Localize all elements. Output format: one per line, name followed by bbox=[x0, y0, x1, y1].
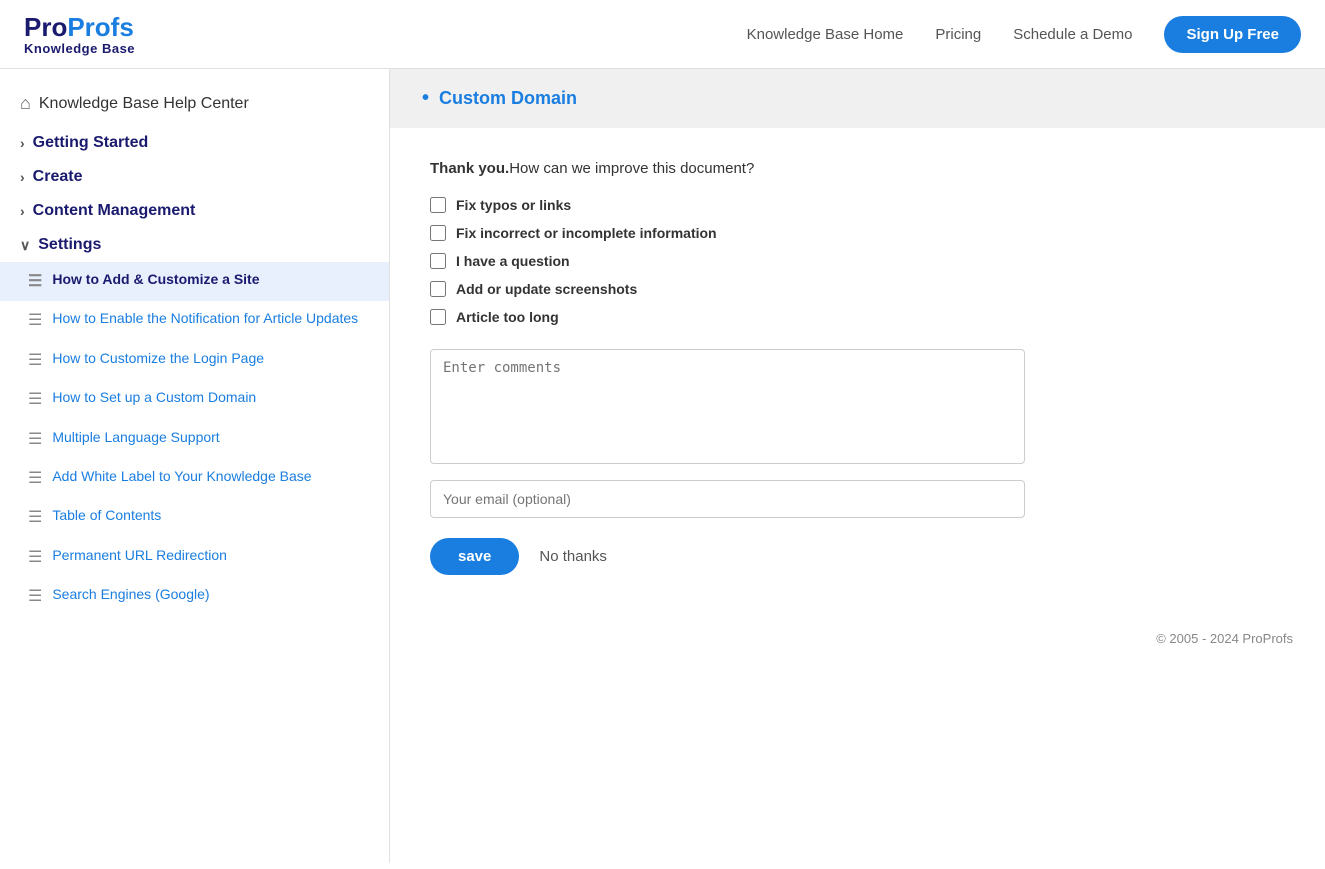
header-nav: Knowledge Base Home Pricing Schedule a D… bbox=[747, 16, 1301, 53]
logo-profs-text: Profs bbox=[67, 12, 133, 42]
sidebar-category-label: Getting Started bbox=[33, 134, 149, 152]
sidebar-category-label: Content Management bbox=[33, 202, 196, 220]
doc-icon: ☰ bbox=[28, 350, 42, 372]
feedback-intro-text: How can we improve this document? bbox=[509, 160, 754, 177]
add-screenshots-checkbox[interactable] bbox=[430, 281, 446, 297]
signup-button[interactable]: Sign Up Free bbox=[1164, 16, 1301, 53]
doc-icon: ☰ bbox=[28, 547, 42, 569]
save-button[interactable]: save bbox=[430, 538, 519, 575]
chevron-right-icon: › bbox=[20, 203, 25, 219]
checkbox-row-too-long: Article too long bbox=[430, 309, 1285, 325]
custom-domain-bar: • Custom Domain bbox=[390, 69, 1325, 128]
sidebar-item-notification-article[interactable]: ☰ How to Enable the Notification for Art… bbox=[0, 301, 389, 340]
sidebar-category-label: Settings bbox=[38, 236, 101, 254]
sidebar-item-label: How to Add & Customize a Site bbox=[52, 270, 259, 290]
add-screenshots-label: Add or update screenshots bbox=[456, 281, 637, 297]
page-layout: ⌂ Knowledge Base Help Center › Getting S… bbox=[0, 69, 1325, 863]
sidebar-item-label: Multiple Language Support bbox=[52, 428, 219, 448]
sidebar-item-toc[interactable]: ☰ Table of Contents bbox=[0, 498, 389, 537]
nav-pricing-link[interactable]: Pricing bbox=[935, 26, 981, 43]
sidebar-item-label: Table of Contents bbox=[52, 506, 161, 526]
sidebar-item-label: Add White Label to Your Knowledge Base bbox=[52, 467, 311, 487]
chevron-right-icon: › bbox=[20, 135, 25, 151]
checkbox-row-fix-typos: Fix typos or links bbox=[430, 197, 1285, 213]
doc-icon: ☰ bbox=[28, 429, 42, 451]
sidebar-category-settings[interactable]: ∨ Settings bbox=[0, 228, 389, 262]
nav-home-link[interactable]: Knowledge Base Home bbox=[747, 26, 904, 43]
sidebar-category-content-management[interactable]: › Content Management bbox=[0, 194, 389, 228]
logo-subtitle: Knowledge Base bbox=[24, 41, 135, 56]
sidebar: ⌂ Knowledge Base Help Center › Getting S… bbox=[0, 69, 390, 863]
main-content: • Custom Domain Thank you.How can we imp… bbox=[390, 69, 1325, 863]
sidebar-item-customize-login[interactable]: ☰ How to Customize the Login Page bbox=[0, 341, 389, 380]
sidebar-item-url-redirect[interactable]: ☰ Permanent URL Redirection bbox=[0, 538, 389, 577]
doc-icon: ☰ bbox=[28, 507, 42, 529]
sidebar-item-add-customize-site[interactable]: ☰ How to Add & Customize a Site bbox=[0, 262, 389, 301]
have-question-checkbox[interactable] bbox=[430, 253, 446, 269]
fix-incorrect-label: Fix incorrect or incomplete information bbox=[456, 225, 717, 241]
fix-incorrect-checkbox[interactable] bbox=[430, 225, 446, 241]
doc-icon: ☰ bbox=[28, 586, 42, 608]
custom-domain-title: Custom Domain bbox=[439, 88, 577, 109]
sidebar-category-create[interactable]: › Create bbox=[0, 160, 389, 194]
footer: © 2005 - 2024 ProProfs bbox=[390, 615, 1325, 662]
email-input[interactable] bbox=[430, 480, 1025, 518]
checkbox-group: Fix typos or links Fix incorrect or inco… bbox=[430, 197, 1285, 325]
feedback-section: Thank you.How can we improve this docume… bbox=[390, 128, 1325, 615]
header: ProProfs Knowledge Base Knowledge Base H… bbox=[0, 0, 1325, 69]
sidebar-item-label: How to Set up a Custom Domain bbox=[52, 388, 256, 408]
checkbox-row-have-question: I have a question bbox=[430, 253, 1285, 269]
form-actions: save No thanks bbox=[430, 538, 1285, 575]
sidebar-category-getting-started[interactable]: › Getting Started bbox=[0, 126, 389, 160]
sidebar-item-label: How to Customize the Login Page bbox=[52, 349, 264, 369]
too-long-checkbox[interactable] bbox=[430, 309, 446, 325]
checkbox-row-add-screenshots: Add or update screenshots bbox=[430, 281, 1285, 297]
doc-icon: ☰ bbox=[28, 389, 42, 411]
feedback-intro: Thank you.How can we improve this docume… bbox=[430, 160, 1285, 177]
sidebar-home-label: Knowledge Base Help Center bbox=[39, 95, 249, 113]
sidebar-home[interactable]: ⌂ Knowledge Base Help Center bbox=[0, 85, 389, 126]
sidebar-item-label: Permanent URL Redirection bbox=[52, 546, 227, 566]
chevron-right-icon: › bbox=[20, 169, 25, 185]
too-long-label: Article too long bbox=[456, 309, 559, 325]
logo: ProProfs Knowledge Base bbox=[24, 12, 135, 56]
have-question-label: I have a question bbox=[456, 253, 570, 269]
sidebar-item-multilang[interactable]: ☰ Multiple Language Support bbox=[0, 420, 389, 459]
sidebar-item-white-label[interactable]: ☰ Add White Label to Your Knowledge Base bbox=[0, 459, 389, 498]
bullet-icon: • bbox=[422, 87, 429, 110]
home-icon: ⌂ bbox=[20, 93, 31, 114]
sidebar-category-label: Create bbox=[33, 168, 83, 186]
checkbox-row-fix-incorrect: Fix incorrect or incomplete information bbox=[430, 225, 1285, 241]
fix-typos-checkbox[interactable] bbox=[430, 197, 446, 213]
sidebar-item-label: How to Enable the Notification for Artic… bbox=[52, 309, 358, 329]
fix-typos-label: Fix typos or links bbox=[456, 197, 571, 213]
doc-icon: ☰ bbox=[28, 468, 42, 490]
nav-demo-link[interactable]: Schedule a Demo bbox=[1013, 26, 1132, 43]
doc-icon: ☰ bbox=[28, 310, 42, 332]
logo-pro-text: Pro bbox=[24, 12, 67, 42]
sidebar-item-label: Search Engines (Google) bbox=[52, 585, 209, 605]
chevron-down-icon: ∨ bbox=[20, 237, 30, 254]
no-thanks-button[interactable]: No thanks bbox=[539, 548, 607, 565]
feedback-intro-bold: Thank you. bbox=[430, 160, 509, 177]
sidebar-item-search-engines[interactable]: ☰ Search Engines (Google) bbox=[0, 577, 389, 616]
comments-textarea[interactable] bbox=[430, 349, 1025, 464]
copyright-text: © 2005 - 2024 ProProfs bbox=[1156, 631, 1293, 646]
sidebar-item-custom-domain[interactable]: ☰ How to Set up a Custom Domain bbox=[0, 380, 389, 419]
doc-icon: ☰ bbox=[28, 271, 42, 293]
